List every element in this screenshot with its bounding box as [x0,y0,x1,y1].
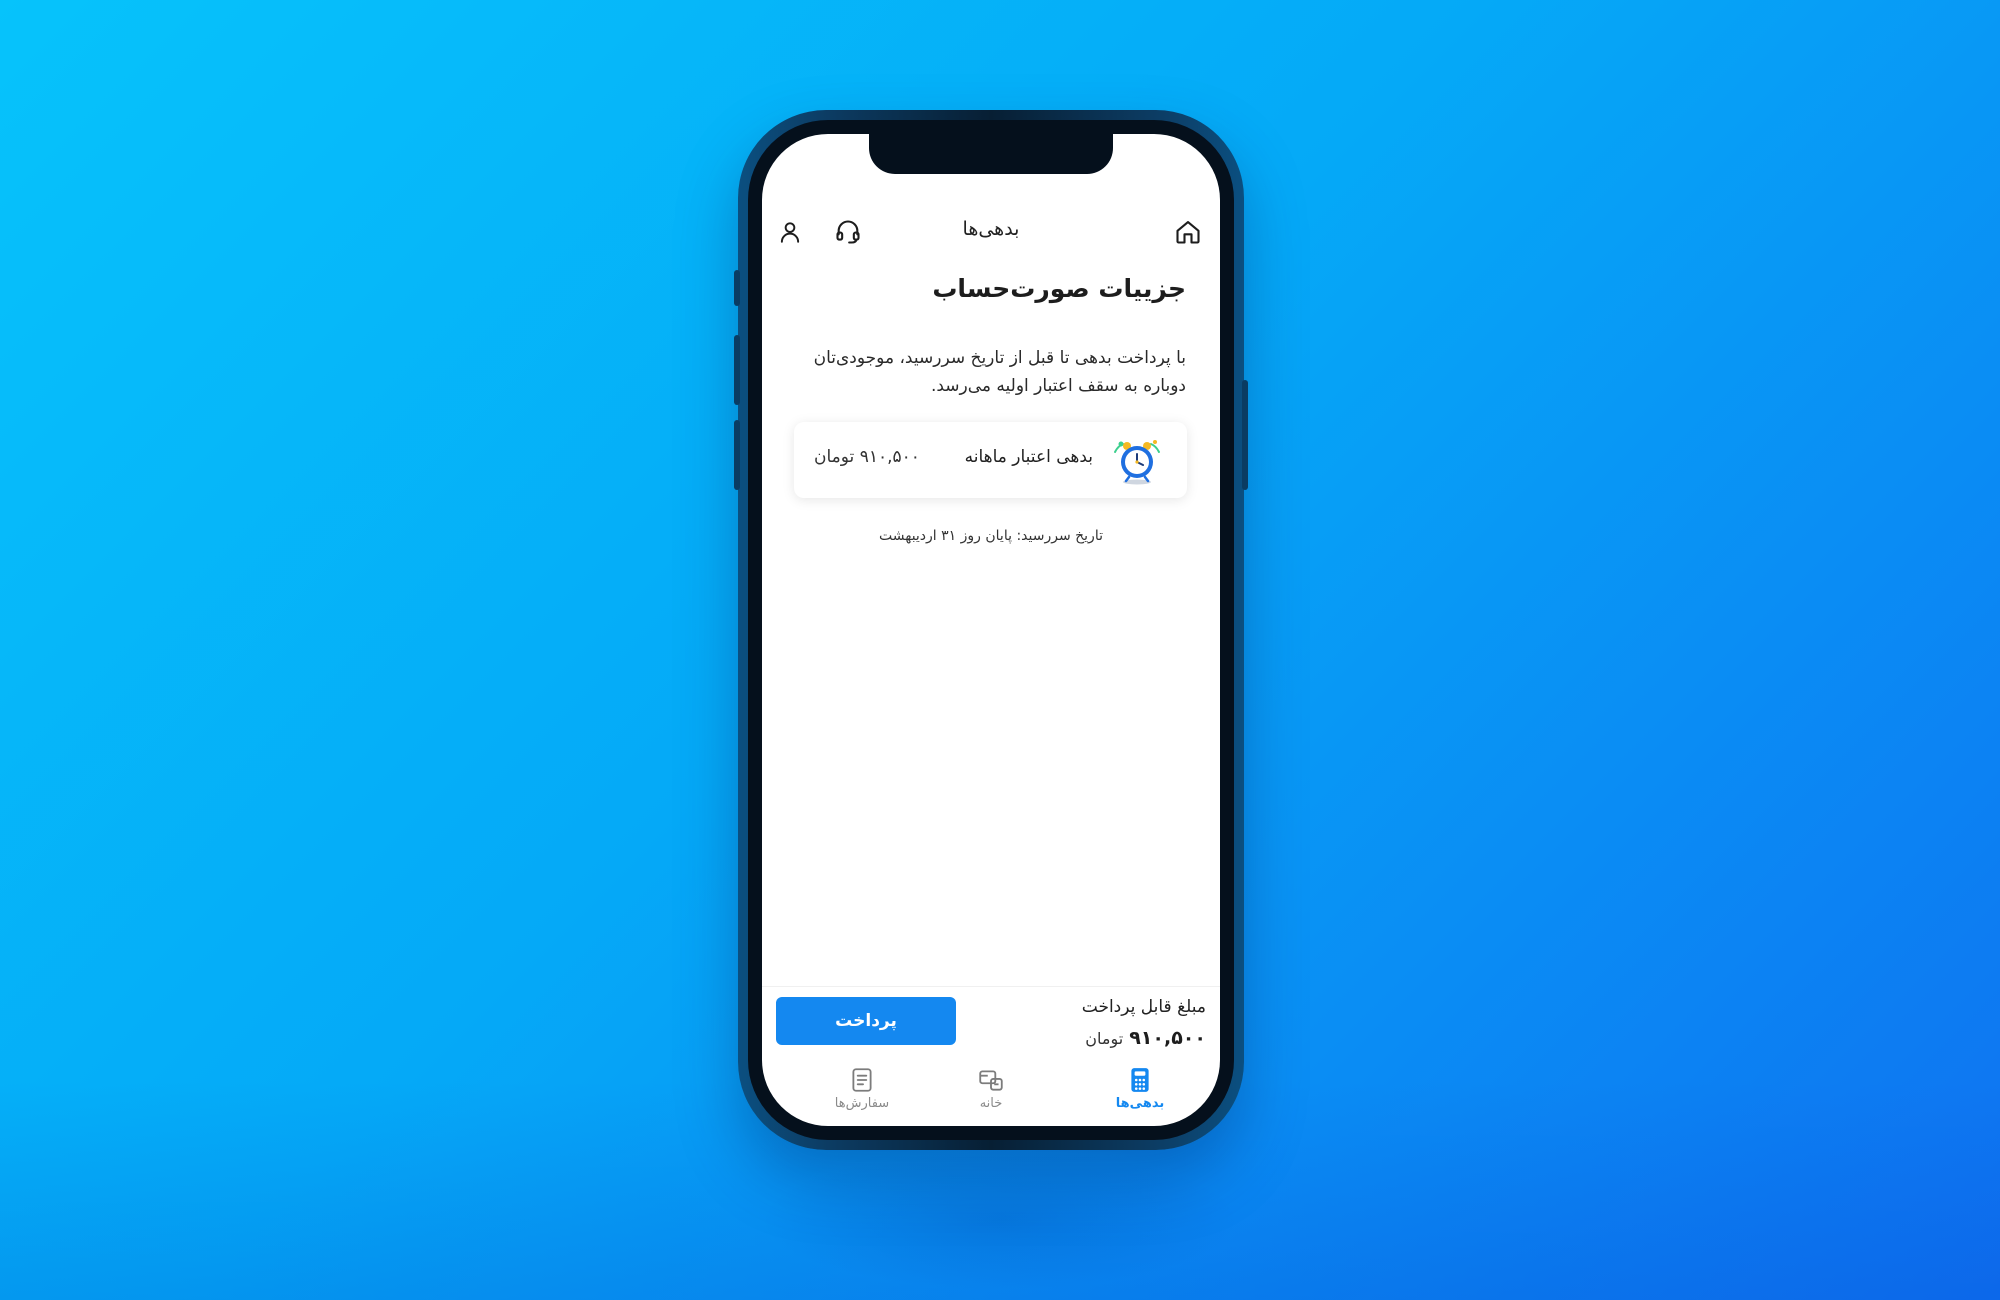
bottom-nav: بدهی‌ها خانه سفارش‌ها [762,1066,1220,1126]
nav-label-orders: سفارش‌ها [834,1096,890,1111]
receipt-icon [852,1068,872,1092]
wallet-icon [979,1070,1003,1091]
side-button-right [1242,380,1248,490]
payable-amount: ۹۱۰,۵۰۰ تومان [1085,1027,1206,1049]
alarm-clock-icon [1109,432,1165,488]
card-amount: ۹۱۰,۵۰۰ تومان [814,447,920,467]
payable-amount-value: ۹۱۰,۵۰۰ [1129,1027,1206,1049]
phone-screen: بدهی‌ها جزییات صورت‌حساب با پرداخت بدهی … [762,134,1220,1126]
debt-card[interactable]: بدهی اعتبار ماهانه ۹۱۰,۵۰۰ تومان [794,422,1187,498]
phone-reflection [760,1150,1240,1290]
description-text: با پرداخت بدهی تا قبل از تاریخ سررسید، م… [813,348,1186,396]
side-button-left-3 [734,420,740,490]
top-bar: بدهی‌ها [762,214,1220,250]
nav-label-debts: بدهی‌ها [1115,1096,1165,1111]
calculator-icon [1131,1068,1149,1092]
notch [869,134,1113,174]
user-icon[interactable] [772,214,808,250]
headset-icon[interactable] [830,214,866,250]
due-date: تاریخ سررسید: پایان روز ۳۱ اردیبهشت [879,528,1103,544]
nav-item-debts[interactable]: بدهی‌ها [1090,1066,1190,1126]
nav-item-home[interactable]: خانه [941,1066,1041,1126]
card-label: بدهی اعتبار ماهانه [964,447,1093,467]
nav-label-home: خانه [979,1096,1003,1111]
payment-bar: مبلغ قابل پرداخت ۹۱۰,۵۰۰ تومان پرداخت [762,986,1220,1065]
side-button-left-2 [734,335,740,405]
pay-button[interactable]: پرداخت [776,997,956,1045]
payable-label: مبلغ قابل پرداخت [1081,997,1206,1017]
phone-frame: بدهی‌ها جزییات صورت‌حساب با پرداخت بدهی … [734,110,1248,1150]
payable-currency: تومان [1085,1029,1124,1048]
nav-item-orders[interactable]: سفارش‌ها [812,1066,912,1126]
side-button-left-1 [734,270,740,306]
page-title: جزییات صورت‌حساب [932,274,1186,303]
